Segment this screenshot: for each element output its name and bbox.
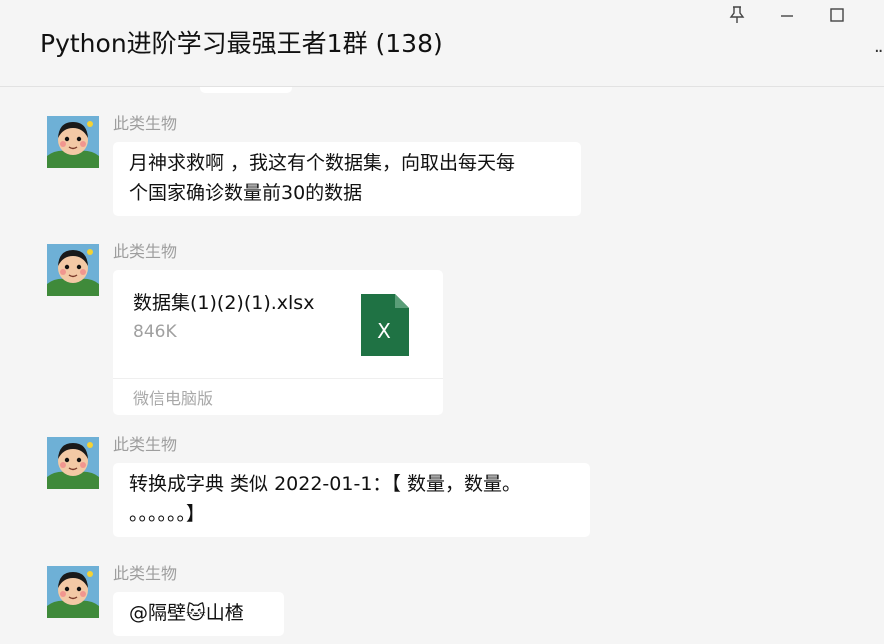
message-bubble[interactable]: @隔壁🐱山楂 [113,592,284,636]
message-text-line: @隔壁🐱山楂 [129,602,244,624]
file-source-label: 微信电脑版 [133,389,214,408]
avatar[interactable] [47,244,99,296]
pin-icon[interactable] [726,4,748,26]
file-name: 数据集(1)(2)(1).xlsx [133,292,315,314]
minimize-icon[interactable] [776,4,798,26]
file-size: 846K [133,322,177,342]
message-list[interactable]: 此类生物 月神求救啊 ，我这有个数据集，向取出每天每 个国家确诊数量前30的数据… [0,87,884,644]
message-text-line: 转换成字典 类似 2022-01-1：【 数量，数量。 [129,473,521,495]
maximize-icon[interactable] [826,4,848,26]
file-card-footer: 微信电脑版 [113,378,443,415]
avatar[interactable] [47,566,99,618]
message-bubble[interactable]: 转换成字典 类似 2022-01-1：【 数量，数量。 。。。。。。】 [113,463,590,537]
svg-text:X: X [377,319,391,343]
previous-message-bubble [200,87,292,93]
sender-name: 此类生物 [113,564,178,583]
avatar[interactable] [47,437,99,489]
chat-header: Python进阶学习最强王者1群 (138) .. [0,0,884,87]
message-bubble[interactable]: 月神求救啊 ，我这有个数据集，向取出每天每 个国家确诊数量前30的数据 [113,142,581,216]
more-icon[interactable]: .. [874,38,884,64]
message-text-line: 月神求救啊 ，我这有个数据集，向取出每天每 [129,152,516,174]
message-text-line: 。。。。。。】 [129,503,206,525]
sender-name: 此类生物 [113,114,178,133]
sender-name: 此类生物 [113,435,178,454]
chat-title: Python进阶学习最强王者1群 (138) [40,29,443,58]
avatar[interactable] [47,116,99,168]
file-message-card[interactable]: 数据集(1)(2)(1).xlsx 846K X 微信电脑版 [113,270,443,415]
sender-name: 此类生物 [113,242,178,261]
excel-file-icon: X [361,294,409,356]
message-text-line: 个国家确诊数量前30的数据 [129,182,363,204]
